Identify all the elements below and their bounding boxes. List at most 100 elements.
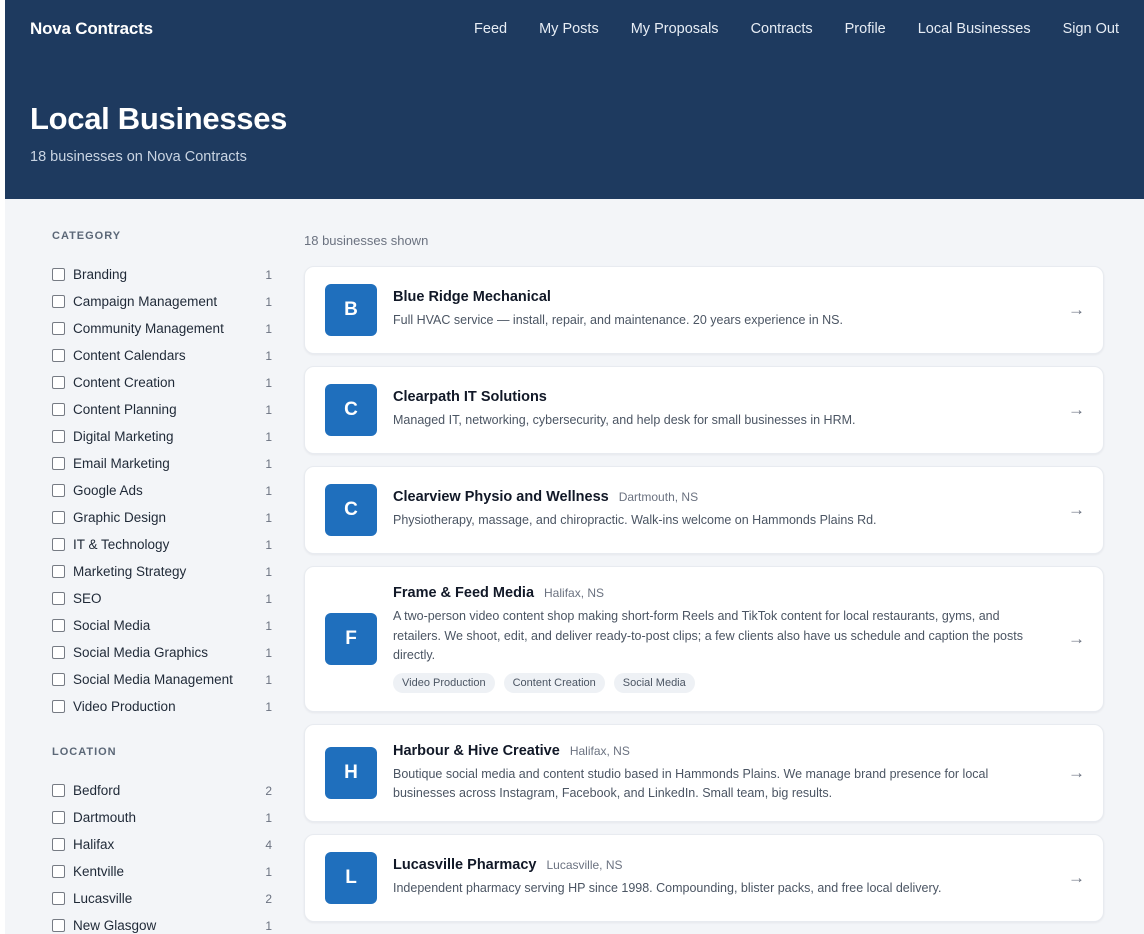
checkbox[interactable] xyxy=(52,484,65,497)
checkbox[interactable] xyxy=(52,295,65,308)
business-name[interactable]: Clearpath IT Solutions xyxy=(393,389,547,405)
checkbox[interactable] xyxy=(52,892,65,905)
location-filter-title: LOCATION xyxy=(52,746,117,758)
checkbox[interactable] xyxy=(52,457,65,470)
category-filter-item[interactable]: IT & Technology 1 xyxy=(52,531,272,558)
business-name[interactable]: Blue Ridge Mechanical xyxy=(393,289,551,305)
category-filter-count: 1 xyxy=(265,402,272,417)
business-avatar: C xyxy=(325,484,377,536)
nav-feed[interactable]: Feed xyxy=(474,21,507,37)
checkbox[interactable] xyxy=(52,784,65,797)
business-tag[interactable]: Content Creation xyxy=(503,672,605,693)
business-tag[interactable]: Social Media xyxy=(613,672,695,693)
category-filter-label: Email Marketing xyxy=(73,456,170,471)
location-filter-item[interactable]: Kentville 1 xyxy=(52,858,272,885)
checkbox[interactable] xyxy=(52,646,65,659)
business-card-list: B Blue Ridge Mechanical Full HVAC service … xyxy=(304,266,1104,922)
checkbox[interactable] xyxy=(52,838,65,851)
category-filter-item[interactable]: Content Creation 1 xyxy=(52,369,272,396)
checkbox[interactable] xyxy=(52,619,65,632)
nav-my-proposals[interactable]: My Proposals xyxy=(631,21,719,37)
checkbox[interactable] xyxy=(52,430,65,443)
checkbox[interactable] xyxy=(52,865,65,878)
business-card-header: Clearview Physio and Wellness Dartmouth, … xyxy=(393,489,1043,505)
category-filter-item[interactable]: Social Media Graphics 1 xyxy=(52,639,272,666)
category-filter-label: Content Calendars xyxy=(73,348,186,363)
category-filter-item[interactable]: Campaign Management 1 xyxy=(52,288,272,315)
location-filter-item[interactable]: Bedford 2 xyxy=(52,777,272,804)
arrow-right-icon[interactable]: → xyxy=(1068,300,1085,320)
category-filter-item[interactable]: Community Management 1 xyxy=(52,315,272,342)
location-filter-list: Bedford 2 Dartmouth 1 Halifax 4 Kentville 1 Luca… xyxy=(52,777,272,934)
category-filter-count: 1 xyxy=(265,672,272,687)
business-card[interactable]: C Clearview Physio and Wellness Dartmouth,… xyxy=(304,466,1104,554)
checkbox[interactable] xyxy=(52,511,65,524)
brand-logo[interactable]: Nova Contracts xyxy=(30,19,153,39)
checkbox[interactable] xyxy=(52,811,65,824)
business-description: A two-person video content shop making s… xyxy=(393,609,1023,663)
category-filter-item[interactable]: Marketing Strategy 1 xyxy=(52,558,272,585)
category-filter-count: 1 xyxy=(265,564,272,579)
checkbox[interactable] xyxy=(52,565,65,578)
location-filter-item[interactable]: New Glasgow 1 xyxy=(52,912,272,934)
category-filter-item[interactable]: Email Marketing 1 xyxy=(52,450,272,477)
location-filter-item[interactable]: Halifax 4 xyxy=(52,831,272,858)
nav-profile[interactable]: Profile xyxy=(845,21,886,37)
checkbox[interactable] xyxy=(52,919,65,932)
location-filter-item[interactable]: Lucasville 2 xyxy=(52,885,272,912)
category-filter-label: Content Creation xyxy=(73,375,176,390)
arrow-right-icon[interactable]: → xyxy=(1068,500,1085,520)
category-filter-item[interactable]: Content Planning 1 xyxy=(52,396,272,423)
category-filter-item[interactable]: SEO 1 xyxy=(52,585,272,612)
nav-local-businesses[interactable]: Local Businesses xyxy=(918,21,1031,37)
category-filter-item[interactable]: Google Ads 1 xyxy=(52,477,272,504)
results-count: 18 businesses shown xyxy=(304,233,429,248)
category-filter-item[interactable]: Social Media Management 1 xyxy=(52,666,272,693)
business-card[interactable]: B Blue Ridge Mechanical Full HVAC service … xyxy=(304,266,1104,354)
nav-contracts[interactable]: Contracts xyxy=(751,21,813,37)
checkbox[interactable] xyxy=(52,376,65,389)
business-name[interactable]: Clearview Physio and Wellness xyxy=(393,489,609,505)
business-name[interactable]: Lucasville Pharmacy xyxy=(393,857,536,873)
location-filter-label: Dartmouth xyxy=(73,810,137,825)
category-filter-list: Branding 1 Campaign Management 1 Community M… xyxy=(52,261,272,720)
arrow-right-icon[interactable]: → xyxy=(1068,400,1085,420)
category-filter-item[interactable]: Social Media 1 xyxy=(52,612,272,639)
business-card[interactable]: C Clearpath IT Solutions Managed IT, netwo… xyxy=(304,366,1104,454)
business-avatar: L xyxy=(325,852,377,904)
location-filter-label: Bedford xyxy=(73,783,121,798)
business-name[interactable]: Harbour & Hive Creative xyxy=(393,743,560,759)
business-card[interactable]: F Frame & Feed Media Halifax, NS A two-pers… xyxy=(304,566,1104,712)
business-tags: Video Production Content Creation Social M… xyxy=(393,672,1043,693)
business-tag[interactable]: Video Production xyxy=(393,672,495,693)
arrow-right-icon[interactable]: → xyxy=(1068,868,1085,888)
category-filter-count: 1 xyxy=(265,537,272,552)
category-filter-item[interactable]: Video Production 1 xyxy=(52,693,272,720)
checkbox[interactable] xyxy=(52,268,65,281)
business-card[interactable]: L Lucasville Pharmacy Lucasville, NS Indepe… xyxy=(304,834,1104,922)
checkbox[interactable] xyxy=(52,592,65,605)
business-card[interactable]: H Harbour & Hive Creative Halifax, NS Bouti… xyxy=(304,724,1104,822)
location-filter-item[interactable]: Dartmouth 1 xyxy=(52,804,272,831)
checkbox[interactable] xyxy=(52,322,65,335)
business-description: Independent pharmacy serving HP since 19… xyxy=(393,881,942,896)
arrow-right-icon[interactable]: → xyxy=(1068,629,1085,649)
category-filter-count: 1 xyxy=(265,645,272,660)
checkbox[interactable] xyxy=(52,700,65,713)
business-description: Managed IT, networking, cybersecurity, a… xyxy=(393,413,856,428)
business-location: Halifax, NS xyxy=(544,586,605,601)
business-name[interactable]: Frame & Feed Media xyxy=(393,585,534,601)
category-filter-item[interactable]: Graphic Design 1 xyxy=(52,504,272,531)
nav-my-posts[interactable]: My Posts xyxy=(539,21,599,37)
category-filter-item[interactable]: Digital Marketing 1 xyxy=(52,423,272,450)
business-card-body: Harbour & Hive Creative Halifax, NS Boutiq… xyxy=(393,743,1083,804)
checkbox[interactable] xyxy=(52,673,65,686)
category-filter-item[interactable]: Branding 1 xyxy=(52,261,272,288)
arrow-right-icon[interactable]: → xyxy=(1068,763,1085,783)
category-filter-item[interactable]: Content Calendars 1 xyxy=(52,342,272,369)
nav-sign-out[interactable]: Sign Out xyxy=(1063,21,1119,37)
checkbox[interactable] xyxy=(52,538,65,551)
location-filter-label: Lucasville xyxy=(73,891,133,906)
checkbox[interactable] xyxy=(52,403,65,416)
checkbox[interactable] xyxy=(52,349,65,362)
